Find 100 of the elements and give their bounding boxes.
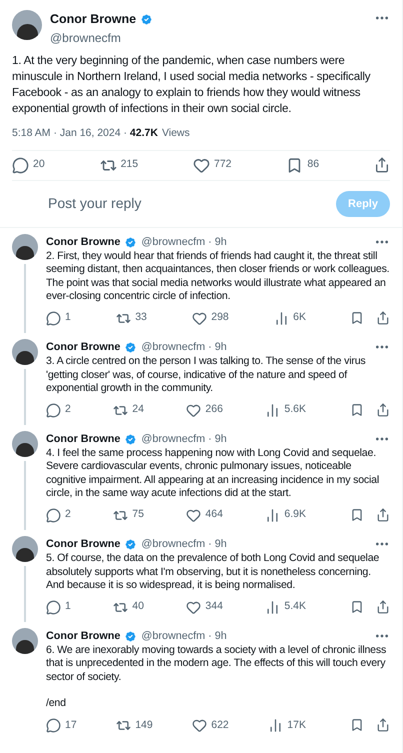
share-icon[interactable] (376, 508, 390, 522)
share-icon[interactable] (376, 403, 390, 418)
count: 215 (120, 157, 138, 172)
reply-button[interactable]: 1 (46, 599, 71, 615)
author-handle[interactable]: @brownecfm · 9h (141, 628, 370, 644)
repost-button[interactable]: 149 (116, 718, 153, 734)
post-text: 3. A circle centred on the person I was talking to. The sense of the virus 'getting closer' was, of course, indicative of the nature and speed of exponential growth in the community. (46, 355, 366, 396)
avatar[interactable] (12, 339, 38, 366)
repost-button[interactable]: 215 (100, 156, 138, 174)
reply-button[interactable]: 2 (46, 507, 71, 524)
bar-chart-icon (265, 508, 280, 523)
bookmark-icon[interactable] (350, 600, 364, 614)
avatar[interactable] (12, 628, 38, 654)
reply-button[interactable]: 17 (46, 718, 77, 734)
avatar[interactable] (12, 430, 38, 457)
count: 464 (205, 507, 223, 522)
reply-icon (46, 718, 61, 733)
count: 40 (132, 599, 144, 614)
bar-chart-icon (268, 718, 284, 733)
count: 33 (135, 310, 147, 326)
views-button[interactable]: 6.9K (265, 507, 306, 524)
count: 86 (307, 157, 320, 172)
heart-icon (192, 718, 208, 733)
count: 2 (65, 402, 71, 418)
author-name[interactable]: Conor Browne (50, 10, 136, 29)
count: 75 (132, 507, 144, 522)
views-button[interactable]: 17K (268, 718, 306, 734)
share-icon[interactable] (376, 311, 390, 326)
count: 5.6K (284, 402, 306, 418)
author-handle[interactable]: @brownecfm · 9h (141, 536, 370, 552)
reply-button[interactable]: 1 (46, 310, 71, 326)
bookmark-icon[interactable] (350, 403, 364, 418)
views-button[interactable]: 5.6K (265, 402, 306, 418)
repost-button[interactable]: 24 (113, 402, 144, 418)
author-handle[interactable]: @brownecfm · 9h (141, 339, 370, 356)
reply-icon (12, 156, 29, 174)
share-icon[interactable] (376, 718, 390, 732)
repost-button[interactable]: 75 (113, 507, 144, 524)
avatar[interactable] (12, 234, 38, 260)
like-button[interactable]: 464 (186, 507, 223, 524)
author-name[interactable]: Conor Browne (46, 430, 120, 448)
count: 622 (211, 718, 229, 733)
count: 1 (65, 599, 71, 614)
reply-button[interactable]: 2 (46, 402, 71, 418)
view-count: 42.7K (130, 126, 158, 141)
post-text: 6. We are inexorably moving towards a society with a level of chronic illness that is unprecedented in the modern age. The effects of this will touch every sector of society. /end (46, 644, 388, 711)
count: 2 (65, 507, 71, 522)
like-button[interactable]: 772 (193, 156, 232, 174)
bookmark-icon[interactable] (350, 311, 364, 326)
author-name[interactable]: Conor Browne (46, 234, 120, 250)
reply-icon (46, 402, 61, 418)
share-icon[interactable] (374, 157, 390, 173)
count: 149 (135, 718, 153, 733)
bookmark-icon[interactable] (350, 508, 364, 522)
count: 266 (205, 402, 223, 418)
heart-icon (193, 156, 210, 174)
like-button[interactable]: 344 (186, 599, 223, 615)
repost-button[interactable]: 33 (116, 310, 147, 326)
avatar[interactable] (12, 10, 42, 40)
count: 20 (33, 157, 45, 172)
like-button[interactable]: 266 (186, 402, 223, 418)
reply-button[interactable]: 20 (12, 156, 45, 174)
heart-icon (186, 402, 202, 418)
reply-icon (46, 508, 61, 523)
post-text: 2. First, they would hear that friends of friends had caught it, the threat still seeming distant, then acquaintances, then closer friends or work colleagues. The point was that social media networks would illustrate what appeared an ever-closing concentric circle of infection. (46, 250, 390, 304)
count: 6.9K (284, 507, 306, 522)
post-timestamp[interactable]: 5:18 AM · Jan 16, 2024 · (12, 126, 130, 142)
views-button[interactable]: 6K (274, 310, 306, 326)
heart-icon (186, 508, 202, 523)
author-name[interactable]: Conor Browne (46, 628, 120, 644)
share-icon[interactable] (376, 600, 390, 614)
count: 6K (293, 310, 306, 326)
reply-icon (46, 600, 61, 615)
count: 772 (214, 157, 232, 172)
post-text: 4. I feel the same process happening now with Long Covid and sequelae. Severe cardiovascular events, chronic pulmonary issues, noticeable cognitive impairment. All appearing at an increasing incidence in my social circle, in the same way acute infections did at the start. (46, 447, 380, 500)
bar-chart-icon (274, 310, 290, 326)
bar-chart-icon (265, 402, 280, 418)
author-name[interactable]: Conor Browne (46, 339, 120, 356)
repost-button[interactable]: 40 (113, 599, 144, 615)
views-button[interactable]: 5.4K (265, 599, 306, 615)
author-name[interactable]: Conor Browne (46, 536, 120, 552)
author-handle[interactable]: @brownecfm (50, 28, 366, 47)
author-handle[interactable]: @brownecfm · 9h (141, 234, 370, 250)
reply-input-field[interactable]: Post your reply (48, 193, 336, 214)
views-label: Views (162, 126, 190, 141)
author-handle[interactable]: @brownecfm · 9h (141, 430, 370, 448)
post-text: 1. At the very beginning of the pandemic, when case numbers were minuscule in Northern Ireland, I used social media networks - specifically Facebook - as an analogy to explain to friends how they would witness exponential growth of infections in their own social circle. (12, 52, 372, 117)
like-button[interactable]: 298 (192, 310, 229, 326)
heart-icon (186, 600, 202, 615)
like-button[interactable]: 622 (192, 718, 229, 734)
count: 298 (211, 310, 229, 326)
count: 1 (65, 310, 71, 326)
post-text: 5. Of course, the data on the prevalence of both Long Covid and sequelae absolutely supports what I'm observing, but it is nonetheless concerning. And because it is so widespread, it is being normalised. (46, 552, 380, 592)
count: 24 (132, 402, 144, 418)
avatar[interactable] (12, 536, 38, 562)
bookmark-button[interactable]: 86 (286, 156, 320, 174)
count: 5.4K (284, 599, 306, 614)
reply-icon (46, 310, 61, 326)
bookmark-icon[interactable] (350, 718, 364, 732)
count: 344 (205, 599, 223, 614)
